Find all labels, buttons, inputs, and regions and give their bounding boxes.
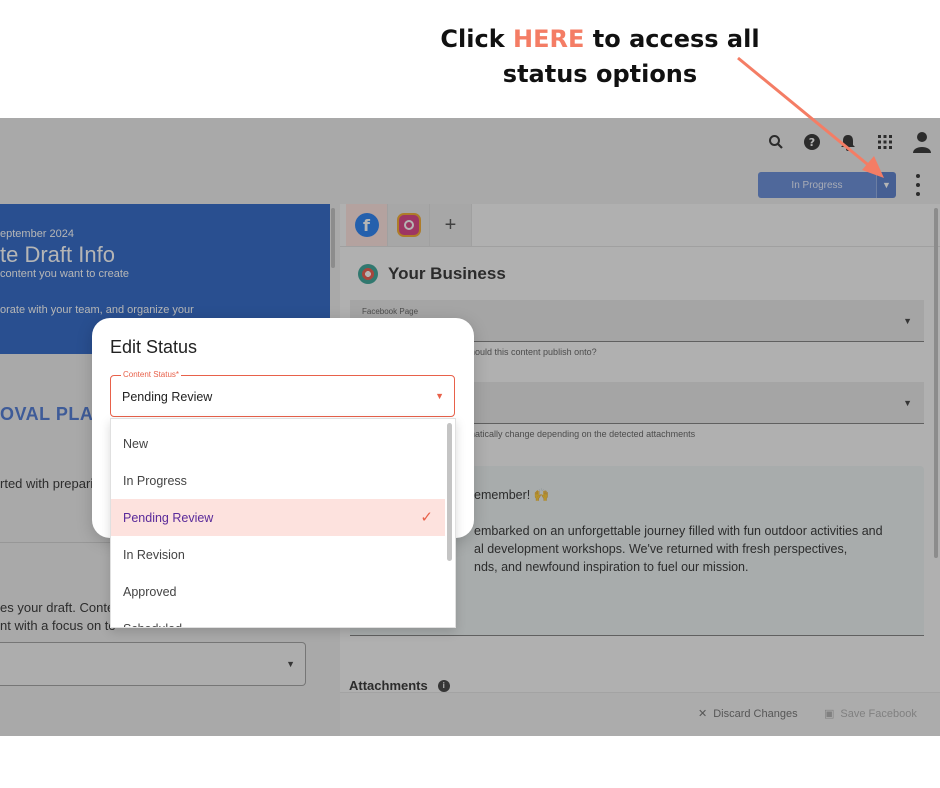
callout-arrow [737, 56, 884, 178]
screenshot-stage: Click HERE to access all status options … [0, 0, 940, 788]
